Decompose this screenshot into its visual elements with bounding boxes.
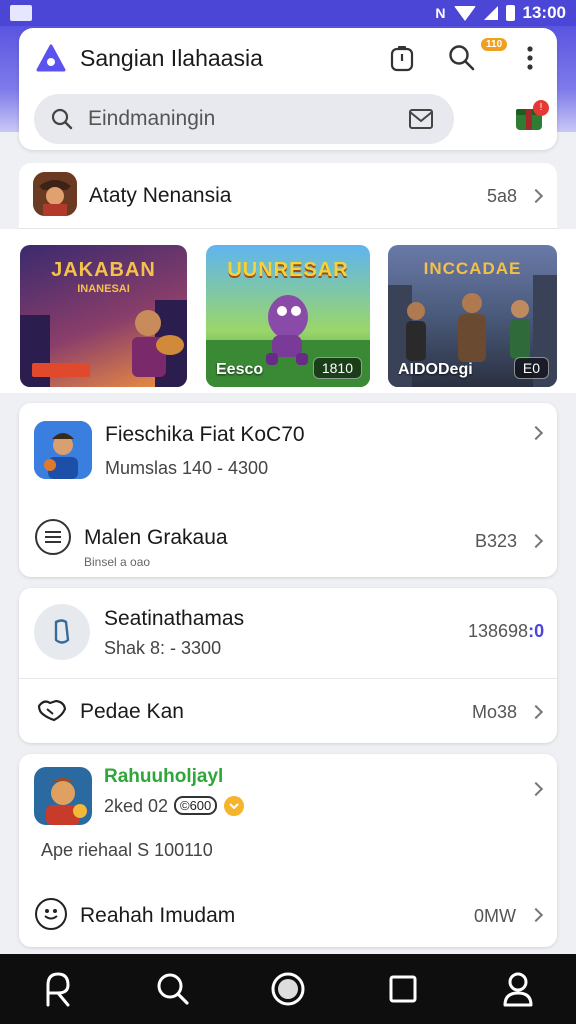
user-icon xyxy=(46,972,70,1007)
more-options-button[interactable] xyxy=(512,40,548,76)
download-button[interactable] xyxy=(384,40,420,76)
item-title: Reahah Imudam xyxy=(80,904,236,927)
featured-section: Ataty Nenansia 5a8 JAKABAN INANESAI UUNR… xyxy=(0,163,576,393)
wifi-icon xyxy=(453,5,476,21)
app-title: Sangian Ilahaasia xyxy=(80,45,263,71)
item-avatar xyxy=(34,421,92,479)
handshake-icon xyxy=(37,699,67,722)
nav-profile-button[interactable] xyxy=(33,964,83,1014)
nav-recents-button[interactable] xyxy=(378,964,428,1014)
featured-value: 5a8 xyxy=(487,186,518,206)
item-title: Seatinathamas xyxy=(104,607,245,630)
search-button[interactable] xyxy=(444,40,480,76)
chevron-right-icon xyxy=(528,533,544,549)
user-item[interactable]: Rahuuholjayl 2ked 02 ©600 xyxy=(19,754,557,834)
description: Ape riehaal S 100110 xyxy=(41,840,213,860)
search-placeholder: Eindmaningin xyxy=(88,107,216,130)
character-icon xyxy=(33,172,77,216)
chevron-right-icon xyxy=(528,907,544,923)
item-value-accent: :0 xyxy=(528,621,545,641)
face-icon xyxy=(35,898,67,930)
featured-header[interactable]: Ataty Nenansia 5a8 xyxy=(19,163,557,229)
game-2-label: Eesco xyxy=(216,361,264,378)
chevron-right-icon xyxy=(528,188,544,204)
item-value: 138698:0 xyxy=(468,621,545,641)
nfc-icon: N xyxy=(435,5,446,21)
game-3-pill: E0 xyxy=(513,357,549,379)
item-value: B323 xyxy=(475,531,518,551)
game-2-pill: 1810 xyxy=(312,357,362,379)
game-1-subtitle: INANESAI xyxy=(77,283,130,295)
list-card-3: Rahuuholjayl 2ked 02 ©600 Ape riehaal S … xyxy=(19,754,557,947)
more-vertical-icon xyxy=(527,46,533,70)
item-value: 0MW xyxy=(474,906,516,926)
person-avatar-icon xyxy=(34,421,92,479)
item-value: Mo38 xyxy=(472,702,518,722)
search-icon xyxy=(51,108,73,130)
shield-icon xyxy=(54,619,70,644)
nav-home-button[interactable] xyxy=(263,964,313,1014)
clock: 13:00 xyxy=(522,3,566,22)
home-circle-icon xyxy=(271,972,305,1006)
chevron-right-icon xyxy=(528,704,544,720)
item-title: Pedae Kan xyxy=(80,700,184,723)
item-subtitle: Shak 8: - 3300 xyxy=(104,638,222,658)
user-meta: 2ked 02 xyxy=(104,796,169,816)
list-item-fieschika[interactable]: Fieschika Fiat KoC70 Mumslas 140 - 4300 xyxy=(19,403,557,499)
nav-search-button[interactable] xyxy=(148,964,198,1014)
featured-avatar xyxy=(33,172,77,216)
item-title: Fieschika Fiat KoC70 xyxy=(105,423,305,446)
alert-dot: ! xyxy=(533,100,549,116)
app-logo-icon xyxy=(36,44,66,72)
character-avatar-icon xyxy=(34,767,92,825)
list-item-seatinathamas[interactable]: Seatinathamas Shak 8: - 3300 138698:0 xyxy=(19,588,557,678)
app-header: Sangian Ilahaasia 110 Eindmaningin ! xyxy=(19,28,557,150)
game-1-title: JAKABAN xyxy=(51,259,156,281)
item-subtitle: Binsel a oao xyxy=(84,555,151,569)
item-title: Malen Grakaua xyxy=(84,526,228,549)
game-2-title: UUNRESAR xyxy=(227,259,349,281)
package-icon xyxy=(390,46,414,72)
chevron-right-icon xyxy=(528,425,544,441)
list-item-reahah[interactable]: Reahah Imudam 0MW xyxy=(19,892,557,947)
battery-icon xyxy=(505,5,515,21)
shield-circle xyxy=(34,604,90,660)
search-icon xyxy=(157,973,189,1005)
list-card-1: Fieschika Fiat KoC70 Mumslas 140 - 4300 … xyxy=(19,403,557,577)
notification-badge: 110 xyxy=(481,38,508,51)
list-item-malen[interactable]: Malen Grakaua Binsel a oao B323 xyxy=(19,513,557,577)
cellular-icon xyxy=(483,6,498,20)
featured-title: Ataty Nenansia xyxy=(89,184,232,207)
nav-account-button[interactable] xyxy=(493,964,543,1014)
game-thumbnail-2[interactable]: UUNRESAR Eesco 1810 xyxy=(206,245,370,387)
menu-circle-icon xyxy=(35,519,71,555)
user-tag: ©600 xyxy=(174,796,218,815)
user-avatar xyxy=(34,767,92,825)
game-3-label: AIDODegi xyxy=(398,361,473,378)
item-subtitle: Mumslas 140 - 4300 xyxy=(105,458,269,478)
search-field[interactable]: Eindmaningin xyxy=(34,94,454,144)
list-item-pedae[interactable]: Pedae Kan Mo38 xyxy=(19,679,557,743)
chevron-right-icon xyxy=(528,781,544,797)
account-icon xyxy=(503,972,533,1007)
notification-icon xyxy=(10,5,32,21)
user-name: Rahuuholjayl xyxy=(104,766,224,787)
game-thumbnail-3[interactable]: INCCADAE AIDODegi E0 xyxy=(388,245,557,387)
coin-icon xyxy=(224,796,244,816)
square-icon xyxy=(389,975,417,1003)
search-icon xyxy=(449,45,475,71)
list-card-2: Seatinathamas Shak 8: - 3300 138698:0 Pe… xyxy=(19,588,557,743)
rewards-button[interactable]: ! xyxy=(513,100,549,136)
bottom-navigation xyxy=(0,954,576,1024)
game-3-title: INCCADAE xyxy=(423,259,522,278)
status-bar: N 13:00 xyxy=(0,0,576,26)
mail-icon[interactable] xyxy=(408,108,434,130)
game-thumbnail-1[interactable]: JAKABAN INANESAI xyxy=(20,245,187,387)
